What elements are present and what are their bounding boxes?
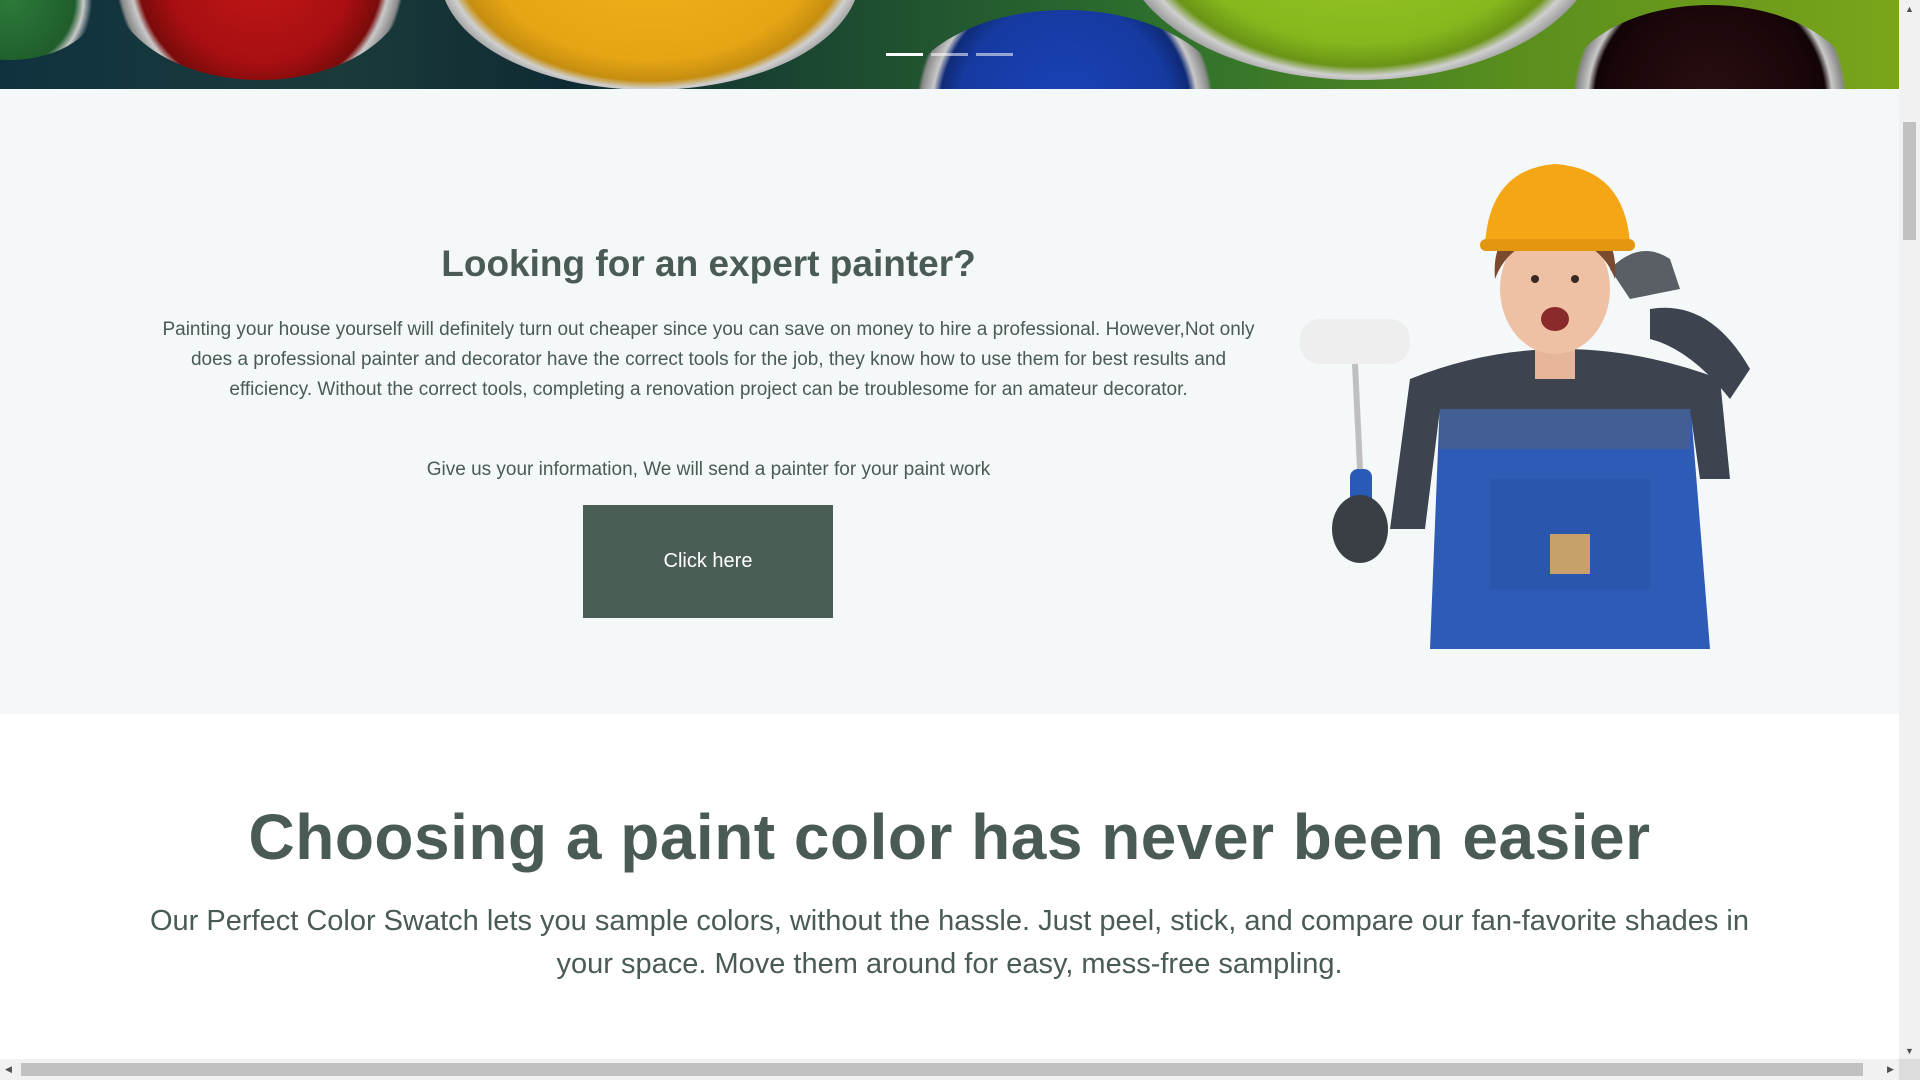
color-swatch-section: Choosing a paint color has never been ea… xyxy=(0,714,1899,1059)
swatch-heading: Choosing a paint color has never been ea… xyxy=(248,801,1651,873)
expert-painter-section: Looking for an expert painter? Painting … xyxy=(0,89,1899,714)
paint-roller-head xyxy=(1300,319,1410,364)
helmet-brim xyxy=(1480,239,1635,251)
slider-indicator-2[interactable] xyxy=(931,53,968,56)
scrollbar-corner xyxy=(1899,1059,1920,1080)
section-heading: Looking for an expert painter? xyxy=(441,243,976,284)
shirt-pattern xyxy=(1440,409,1690,449)
slider-indicator-3[interactable] xyxy=(976,53,1013,56)
paint-can-image xyxy=(0,0,100,60)
intro-paragraph: Painting your house yourself will defini… xyxy=(162,319,1255,400)
horizontal-scroll-thumb[interactable] xyxy=(21,1063,1863,1076)
hero-slider xyxy=(0,0,1899,90)
scroll-down-arrow-icon[interactable]: ▼ xyxy=(1899,1042,1920,1059)
scroll-up-arrow-icon[interactable]: ▲ xyxy=(1899,0,1920,17)
glove-shape xyxy=(1610,251,1680,299)
slider-indicators xyxy=(886,53,1013,56)
scroll-left-arrow-icon[interactable]: ◀ xyxy=(0,1059,17,1080)
swatch-description: Our Perfect Color Swatch lets you sample… xyxy=(150,905,1749,980)
page-viewport: Looking for an expert painter? Painting … xyxy=(0,0,1899,1059)
paint-can-image xyxy=(440,0,860,89)
paint-can-image xyxy=(110,0,410,80)
slider-indicator-1[interactable] xyxy=(886,53,923,56)
horizontal-scrollbar[interactable]: ◀ ▶ xyxy=(0,1059,1899,1080)
vertical-scroll-thumb[interactable] xyxy=(1903,122,1916,240)
vertical-scrollbar[interactable]: ▲ ▼ xyxy=(1899,0,1920,1059)
click-here-button[interactable]: Click here xyxy=(583,505,833,618)
helmet-shape xyxy=(1485,164,1630,244)
eye-shape xyxy=(1571,275,1579,283)
paint-brush xyxy=(1550,534,1590,574)
painter-woman-image xyxy=(1300,164,1750,649)
eye-shape xyxy=(1531,275,1539,283)
scroll-right-arrow-icon[interactable]: ▶ xyxy=(1882,1059,1899,1080)
mouth-shape xyxy=(1541,307,1569,331)
hand-glove xyxy=(1332,495,1388,563)
paint-can-image xyxy=(1560,5,1860,89)
roller-handle-wire xyxy=(1352,363,1363,470)
subtext-paragraph: Give us your information, We will send a… xyxy=(426,459,991,480)
